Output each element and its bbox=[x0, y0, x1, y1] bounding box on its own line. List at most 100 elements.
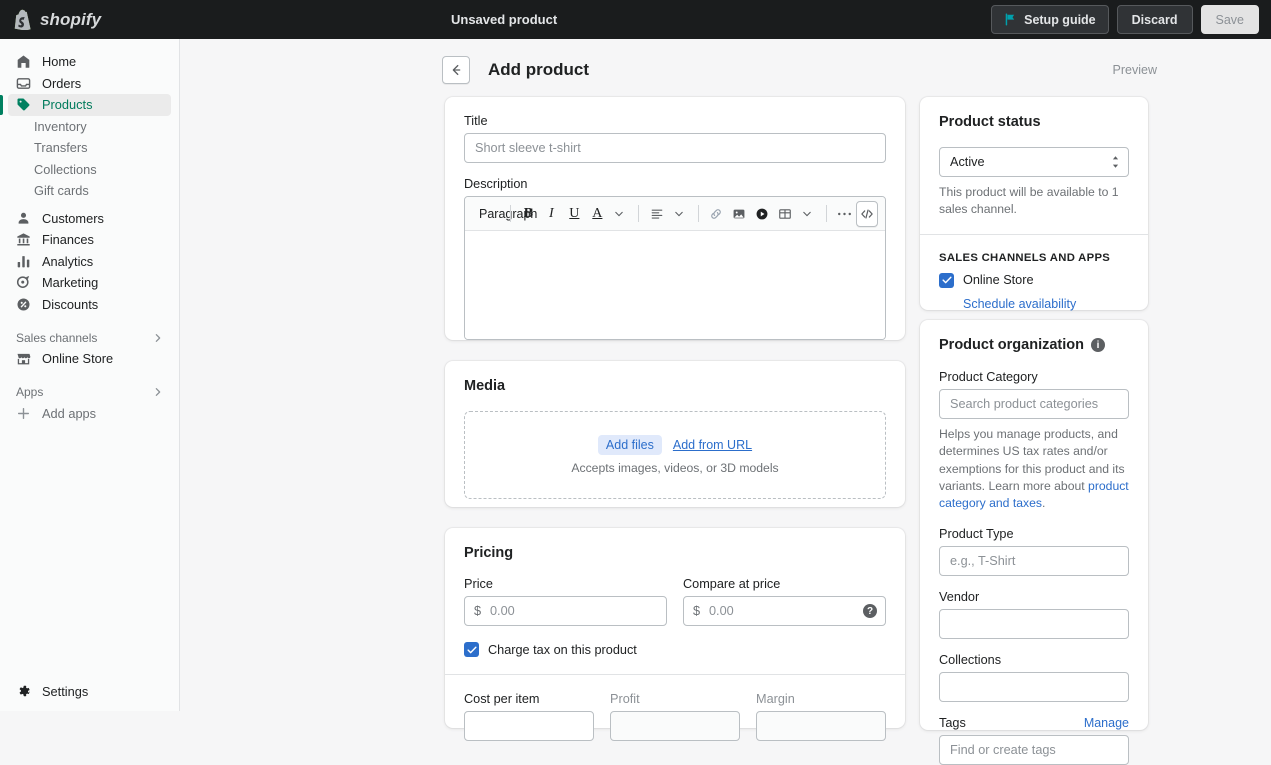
text-color-button[interactable]: A bbox=[586, 201, 608, 226]
add-files-button[interactable]: Add files bbox=[598, 435, 662, 455]
compare-price-field: Compare at price $ ? bbox=[683, 577, 886, 626]
margin-label: Margin bbox=[756, 692, 886, 706]
image-icon bbox=[732, 207, 746, 221]
setup-guide-label: Setup guide bbox=[1024, 13, 1096, 27]
charge-tax-row[interactable]: Charge tax on this product bbox=[464, 642, 886, 657]
link-icon bbox=[709, 207, 723, 221]
insert-video-button[interactable] bbox=[751, 201, 773, 226]
sidebar-group-sales-channels[interactable]: Sales channels bbox=[8, 327, 171, 348]
online-store-row[interactable]: Online Store bbox=[939, 273, 1129, 288]
title-description-card: Title Description Paragraph B I U A bbox=[445, 97, 905, 340]
sidebar-item-orders[interactable]: Orders bbox=[8, 73, 171, 95]
title-label: Title bbox=[464, 114, 886, 128]
sidebar-label-settings: Settings bbox=[42, 684, 88, 699]
charge-tax-checkbox[interactable] bbox=[464, 642, 479, 657]
bold-button[interactable]: B bbox=[517, 201, 539, 226]
paragraph-style-dropdown[interactable]: Paragraph bbox=[472, 201, 503, 226]
sidebar-subitem-gift-cards[interactable]: Gift cards bbox=[8, 180, 171, 202]
apps-label: Apps bbox=[16, 385, 43, 399]
tags-input[interactable] bbox=[939, 735, 1129, 765]
media-hint: Accepts images, videos, or 3D models bbox=[571, 461, 778, 475]
sidebar-label-add-apps: Add apps bbox=[42, 406, 96, 421]
sales-channels-section: SALES CHANNELS AND APPS Online Store Sch… bbox=[920, 235, 1148, 328]
shopify-wordmark: shopify bbox=[40, 10, 101, 30]
product-category-field: Product Category Helps you manage produc… bbox=[939, 370, 1129, 513]
cost-per-item-label: Cost per item bbox=[464, 692, 594, 706]
sidebar-item-online-store[interactable]: Online Store bbox=[8, 348, 171, 370]
text-color-dropdown[interactable] bbox=[609, 201, 631, 226]
media-dropzone[interactable]: Add files Add from URL Accepts images, v… bbox=[464, 411, 886, 499]
sidebar-subitem-transfers[interactable]: Transfers bbox=[8, 137, 171, 159]
code-icon bbox=[860, 208, 874, 220]
italic-button[interactable]: I bbox=[540, 201, 562, 226]
online-store-checkbox[interactable] bbox=[939, 273, 954, 288]
insert-table-button[interactable] bbox=[774, 201, 796, 226]
tags-label: Tags bbox=[939, 716, 966, 730]
save-button[interactable]: Save bbox=[1201, 5, 1260, 34]
chevron-down-icon bbox=[803, 211, 811, 217]
sidebar-label-orders: Orders bbox=[42, 76, 81, 91]
ellipsis-icon bbox=[837, 212, 852, 216]
sidebar-label-discounts: Discounts bbox=[42, 297, 98, 312]
product-status-title: Product status bbox=[939, 114, 1129, 130]
shopify-logo[interactable]: shopify bbox=[0, 9, 180, 30]
compare-price-label: Compare at price bbox=[683, 577, 886, 591]
sidebar-item-finances[interactable]: Finances bbox=[8, 229, 171, 251]
more-options-button[interactable] bbox=[833, 201, 855, 226]
back-button[interactable] bbox=[442, 56, 470, 84]
product-type-input[interactable] bbox=[939, 546, 1129, 576]
help-icon[interactable]: ? bbox=[863, 604, 877, 618]
sidebar-item-settings[interactable]: Settings bbox=[8, 681, 171, 703]
title-input[interactable] bbox=[464, 133, 886, 163]
sidebar-bottom: Settings bbox=[0, 681, 179, 703]
sidebar-item-add-apps[interactable]: Add apps bbox=[8, 403, 171, 425]
description-textarea[interactable] bbox=[465, 231, 885, 339]
cost-row: Cost per item Profit Margin bbox=[464, 692, 886, 741]
chevron-down-icon bbox=[675, 211, 683, 217]
topbar-actions: Setup guide Discard Save bbox=[991, 5, 1259, 34]
sidebar-item-products[interactable]: Products bbox=[8, 94, 171, 116]
align-button[interactable] bbox=[646, 201, 668, 226]
cost-per-item-input[interactable] bbox=[464, 711, 594, 741]
description-editor: Paragraph B I U A bbox=[464, 196, 886, 340]
price-input[interactable] bbox=[464, 596, 667, 626]
manage-tags-link[interactable]: Manage bbox=[1084, 716, 1129, 730]
insert-link-button[interactable] bbox=[705, 201, 727, 226]
align-dropdown[interactable] bbox=[669, 201, 691, 226]
table-dropdown[interactable] bbox=[797, 201, 819, 226]
vendor-input[interactable] bbox=[939, 609, 1129, 639]
insert-image-button[interactable] bbox=[728, 201, 750, 226]
underline-button[interactable]: U bbox=[563, 201, 585, 226]
setup-guide-button[interactable]: Setup guide bbox=[991, 5, 1109, 34]
sidebar-item-analytics[interactable]: Analytics bbox=[8, 251, 171, 273]
sidebar-item-home[interactable]: Home bbox=[8, 51, 171, 73]
bank-icon bbox=[16, 232, 31, 247]
sidebar-subitem-inventory[interactable]: Inventory bbox=[8, 116, 171, 138]
sidebar-label-customers: Customers bbox=[42, 211, 104, 226]
sidebar-item-customers[interactable]: Customers bbox=[8, 208, 171, 230]
pricing-card: Pricing Price $ Compare at price $ ? bbox=[445, 528, 905, 728]
compare-price-input[interactable] bbox=[683, 596, 886, 626]
chevron-right-icon bbox=[153, 333, 163, 343]
product-organization-card: Product organization i Product Category … bbox=[920, 320, 1148, 730]
sidebar-item-discounts[interactable]: Discounts bbox=[8, 294, 171, 316]
schedule-availability-link[interactable]: Schedule availability bbox=[963, 297, 1076, 311]
collections-input[interactable] bbox=[939, 672, 1129, 702]
add-from-url-link[interactable]: Add from URL bbox=[673, 438, 752, 452]
info-icon[interactable]: i bbox=[1091, 338, 1105, 352]
product-status-select[interactable]: Active Draft bbox=[939, 147, 1129, 177]
pricing-divider bbox=[445, 674, 905, 675]
sidebar-subitem-collections[interactable]: Collections bbox=[8, 159, 171, 181]
sidebar-item-marketing[interactable]: Marketing bbox=[8, 272, 171, 294]
align-left-icon bbox=[650, 207, 664, 221]
home-icon bbox=[16, 54, 31, 69]
sidebar-group-apps[interactable]: Apps bbox=[8, 382, 171, 403]
discard-button[interactable]: Discard bbox=[1117, 5, 1193, 34]
product-category-input[interactable] bbox=[939, 389, 1129, 419]
sidebar-label-home: Home bbox=[42, 54, 76, 69]
preview-link[interactable]: Preview bbox=[1113, 63, 1157, 77]
code-view-button[interactable] bbox=[856, 201, 878, 227]
unsaved-product-label: Unsaved product bbox=[451, 12, 557, 27]
vendor-label: Vendor bbox=[939, 590, 1129, 604]
page-header: Add product Preview bbox=[442, 56, 1157, 84]
